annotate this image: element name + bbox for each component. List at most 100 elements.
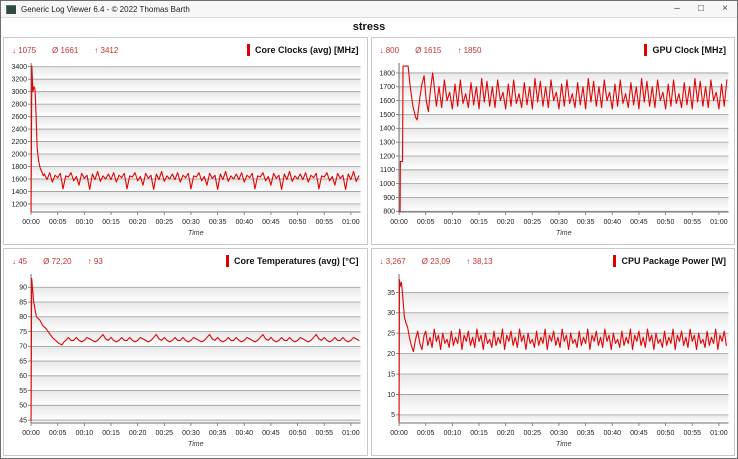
svg-text:00:10: 00:10	[443, 219, 461, 226]
svg-text:00:35: 00:35	[576, 430, 594, 437]
stat-avg: Ø 23,09	[421, 256, 451, 266]
panel-header: ↓ 45 Ø 72,20 ↑ 93 Core Temperatures (avg…	[4, 249, 367, 271]
legend-color-bar	[613, 255, 617, 267]
svg-text:1100: 1100	[379, 167, 394, 174]
svg-text:1800: 1800	[11, 164, 27, 171]
svg-text:55: 55	[19, 388, 27, 395]
svg-text:00:25: 00:25	[523, 430, 541, 437]
chart-title: Core Temperatures (avg) [°C]	[234, 256, 359, 266]
svg-text:00:30: 00:30	[550, 219, 568, 226]
svg-text:00:15: 00:15	[102, 219, 120, 226]
svg-text:00:50: 00:50	[656, 430, 674, 437]
max-icon: ↑	[466, 256, 471, 266]
svg-text:01:00: 01:00	[710, 219, 728, 226]
svg-text:00:45: 00:45	[262, 219, 280, 226]
svg-text:00:15: 00:15	[470, 430, 488, 437]
legend-color-bar	[226, 255, 230, 267]
svg-text:900: 900	[383, 195, 395, 202]
svg-text:00:40: 00:40	[603, 219, 621, 226]
svg-text:00:45: 00:45	[630, 219, 648, 226]
title-bar: Generic Log Viewer 6.4 - © 2022 Thomas B…	[1, 1, 737, 18]
svg-text:00:40: 00:40	[235, 219, 253, 226]
chart-canvas-cpu-package-power[interactable]: 5 10 15 20 25 30 35 00:00 00:05 00:10 00:15 00:20 00…	[372, 271, 735, 455]
avg-icon: Ø	[52, 45, 59, 55]
min-icon: ↓	[379, 45, 384, 55]
charts-grid: ↓ 1075 Ø 1661 ↑ 3412 Core Clocks (avg) […	[2, 36, 736, 457]
svg-text:3400: 3400	[11, 64, 27, 71]
svg-text:00:05: 00:05	[49, 430, 67, 437]
stat-max: ↑ 1850	[457, 45, 482, 55]
svg-text:Time: Time	[188, 230, 204, 237]
chart-canvas-core-clocks[interactable]: 1200 1400 1600 1800 2000 2200 2400 2600 2800 3000…	[4, 60, 367, 244]
panel-header: ↓ 1075 Ø 1661 ↑ 3412 Core Clocks (avg) […	[4, 38, 367, 60]
max-icon: ↑	[457, 45, 462, 55]
svg-text:00:40: 00:40	[603, 430, 621, 437]
svg-text:00:55: 00:55	[315, 430, 333, 437]
stat-avg: Ø 72,20	[43, 256, 72, 266]
stat-max: ↑ 3412	[94, 45, 119, 55]
app-icon	[6, 4, 16, 14]
svg-text:01:00: 01:00	[342, 219, 360, 226]
window-title: Generic Log Viewer 6.4 - © 2022 Thomas B…	[21, 4, 190, 14]
svg-text:800: 800	[383, 209, 395, 216]
svg-text:00:20: 00:20	[129, 430, 147, 437]
svg-text:60: 60	[19, 373, 27, 380]
svg-text:00:50: 00:50	[289, 430, 307, 437]
svg-text:00:55: 00:55	[315, 219, 333, 226]
chart-title: GPU Clock [MHz]	[652, 45, 726, 55]
svg-text:20: 20	[387, 351, 395, 358]
svg-text:2600: 2600	[11, 114, 27, 121]
close-button[interactable]: ×	[713, 1, 737, 17]
chart-panel-core-clocks: ↓ 1075 Ø 1661 ↑ 3412 Core Clocks (avg) […	[3, 37, 368, 245]
chart-canvas-core-temperatures[interactable]: 45 50 55 60 65 70 75 80 85 90 00:00 00:05 00:10 00:15…	[4, 271, 367, 455]
svg-text:00:20: 00:20	[129, 219, 147, 226]
chart-stats: ↓ 3,267 Ø 23,09 ↑ 38,13	[380, 257, 509, 266]
svg-text:1400: 1400	[11, 189, 27, 196]
svg-text:2400: 2400	[11, 126, 27, 133]
maximize-button[interactable]: □	[689, 1, 713, 17]
svg-text:Time: Time	[556, 230, 572, 237]
svg-text:10: 10	[387, 392, 395, 399]
page-title: stress	[352, 20, 386, 33]
svg-text:00:30: 00:30	[182, 430, 200, 437]
svg-text:00:10: 00:10	[443, 430, 461, 437]
svg-text:00:15: 00:15	[470, 219, 488, 226]
svg-text:1200: 1200	[379, 153, 395, 160]
svg-text:3200: 3200	[11, 77, 27, 84]
svg-text:00:20: 00:20	[496, 430, 514, 437]
svg-text:01:00: 01:00	[710, 430, 728, 437]
chart-stats: ↓ 45 Ø 72,20 ↑ 93	[12, 257, 119, 266]
svg-text:00:00: 00:00	[22, 219, 40, 226]
svg-text:00:25: 00:25	[156, 430, 174, 437]
svg-text:00:05: 00:05	[416, 219, 434, 226]
svg-text:2800: 2800	[11, 102, 27, 109]
svg-text:00:25: 00:25	[523, 219, 541, 226]
stat-min: ↓ 1075	[12, 45, 37, 55]
document-header: stress	[1, 18, 737, 35]
svg-text:00:45: 00:45	[262, 430, 280, 437]
stat-avg: Ø 1661	[52, 45, 79, 55]
panel-header: ↓ 800 Ø 1615 ↑ 1850 GPU Clock [MHz]	[372, 38, 735, 60]
stat-min: ↓ 45	[12, 256, 28, 266]
chart-legend: CPU Package Power [W]	[613, 255, 726, 267]
svg-text:00:15: 00:15	[102, 430, 120, 437]
minimize-button[interactable]: –	[665, 1, 689, 17]
svg-text:1400: 1400	[379, 126, 395, 133]
avg-icon: Ø	[421, 256, 428, 266]
svg-text:00:45: 00:45	[630, 430, 648, 437]
svg-text:00:30: 00:30	[550, 430, 568, 437]
svg-text:00:30: 00:30	[182, 219, 200, 226]
max-icon: ↑	[87, 256, 92, 266]
chart-legend: Core Clocks (avg) [MHz]	[246, 44, 359, 56]
svg-text:50: 50	[19, 403, 27, 410]
svg-text:00:10: 00:10	[76, 219, 94, 226]
stat-avg: Ø 1615	[415, 45, 442, 55]
svg-text:00:40: 00:40	[235, 430, 253, 437]
svg-text:1800: 1800	[379, 70, 395, 77]
chart-canvas-gpu-clock[interactable]: 800 900 1000 1100 1200 1300 1400 1500 1600 1700 18…	[372, 60, 735, 244]
svg-text:00:50: 00:50	[656, 219, 674, 226]
min-icon: ↓	[12, 256, 16, 266]
svg-text:00:55: 00:55	[683, 430, 701, 437]
svg-text:00:00: 00:00	[390, 219, 408, 226]
chart-legend: GPU Clock [MHz]	[644, 44, 726, 56]
